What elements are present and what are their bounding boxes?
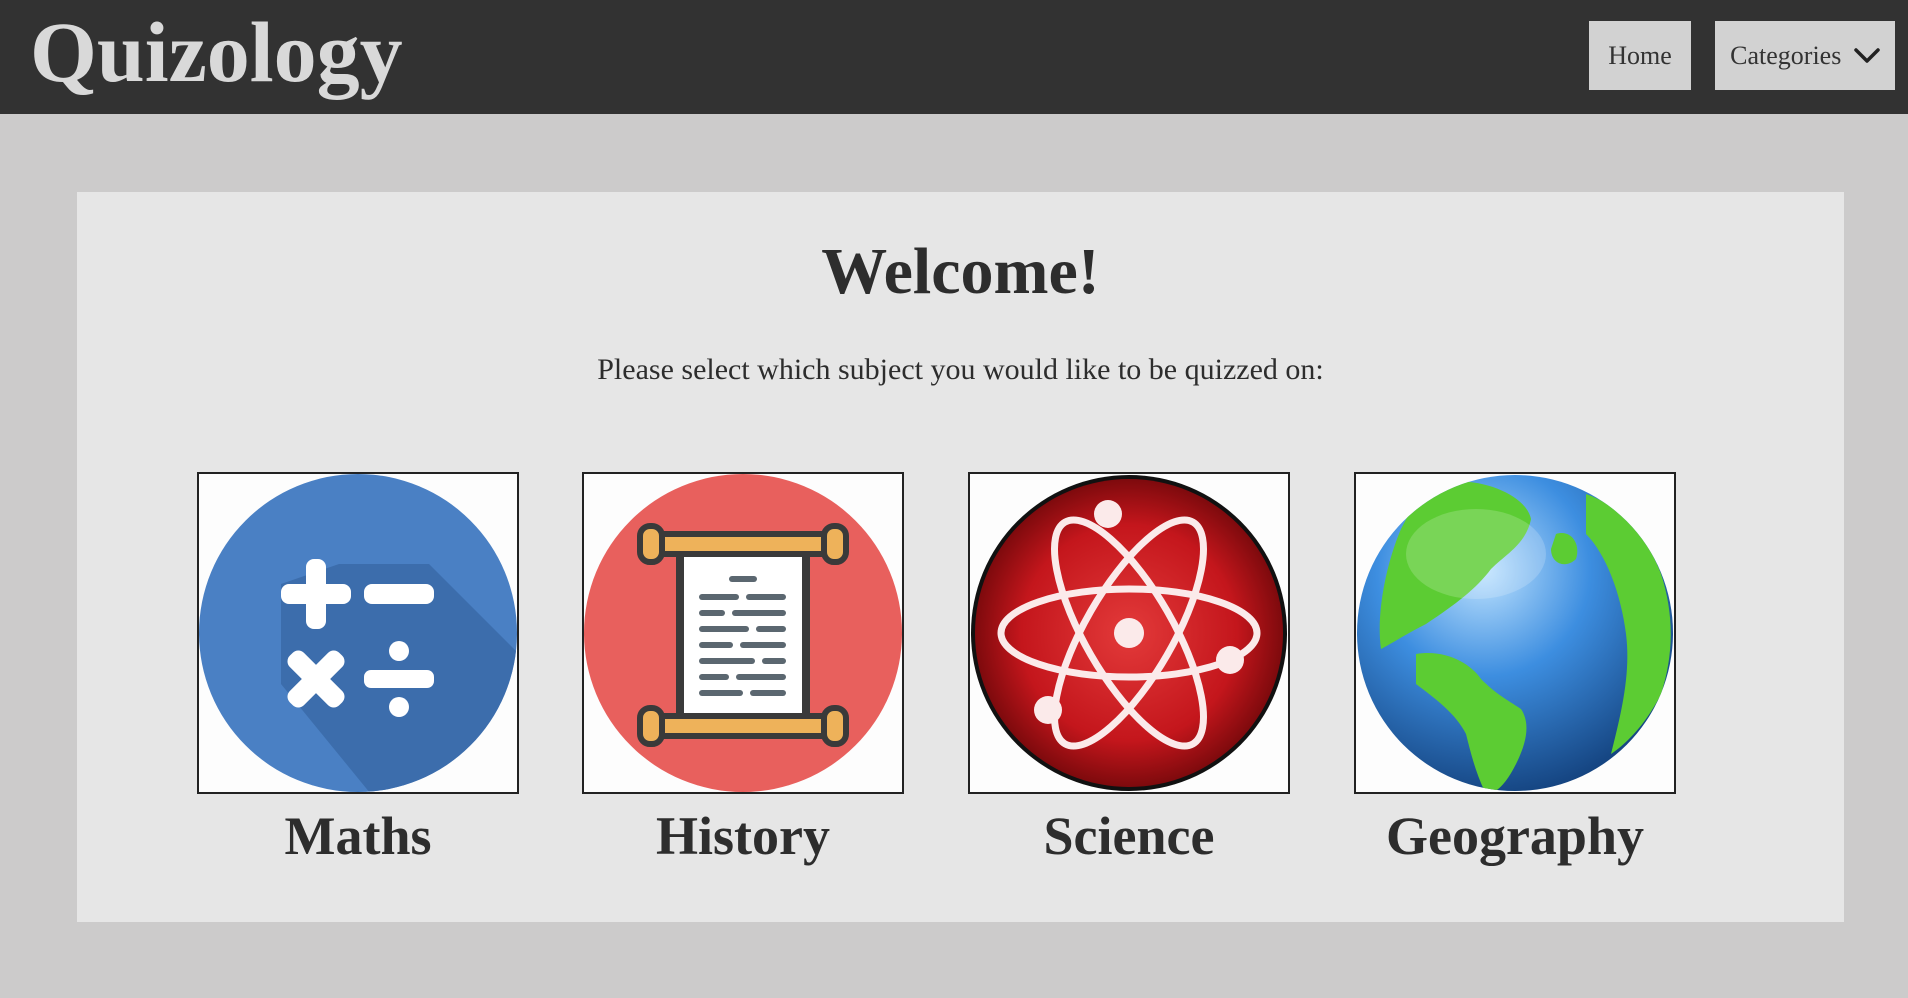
welcome-panel: Welcome! Please select which subject you… xyxy=(77,192,1844,922)
scroll-icon xyxy=(584,474,902,792)
maths-image[interactable] xyxy=(197,472,519,794)
home-button[interactable]: Home xyxy=(1589,21,1691,90)
subject-label-science[interactable]: Science xyxy=(968,804,1290,868)
categories-dropdown-button[interactable]: Categories xyxy=(1715,21,1895,90)
home-button-label: Home xyxy=(1608,41,1672,70)
science-image[interactable] xyxy=(968,472,1290,794)
subject-card-maths[interactable]: Maths xyxy=(197,472,519,868)
page-subtitle: Please select which subject you would li… xyxy=(597,353,1324,386)
globe-icon xyxy=(1357,475,1673,791)
math-operators-icon xyxy=(199,474,517,792)
subject-label-maths[interactable]: Maths xyxy=(197,804,519,868)
subject-card-geography[interactable]: Geography xyxy=(1354,472,1676,868)
chevron-down-icon xyxy=(1854,22,1880,91)
atom-icon xyxy=(971,475,1287,791)
geography-image[interactable] xyxy=(1354,472,1676,794)
subject-label-history[interactable]: History xyxy=(582,804,904,868)
history-image[interactable] xyxy=(582,472,904,794)
page-title: Welcome! xyxy=(821,235,1100,308)
site-logo[interactable]: Quizology xyxy=(30,2,403,102)
top-nav-bar: Quizology Home Categories xyxy=(0,0,1908,114)
subject-card-science[interactable]: Science xyxy=(968,472,1290,868)
subject-label-geography[interactable]: Geography xyxy=(1354,804,1676,868)
subject-card-history[interactable]: History xyxy=(582,472,904,868)
categories-button-label: Categories xyxy=(1730,41,1842,70)
